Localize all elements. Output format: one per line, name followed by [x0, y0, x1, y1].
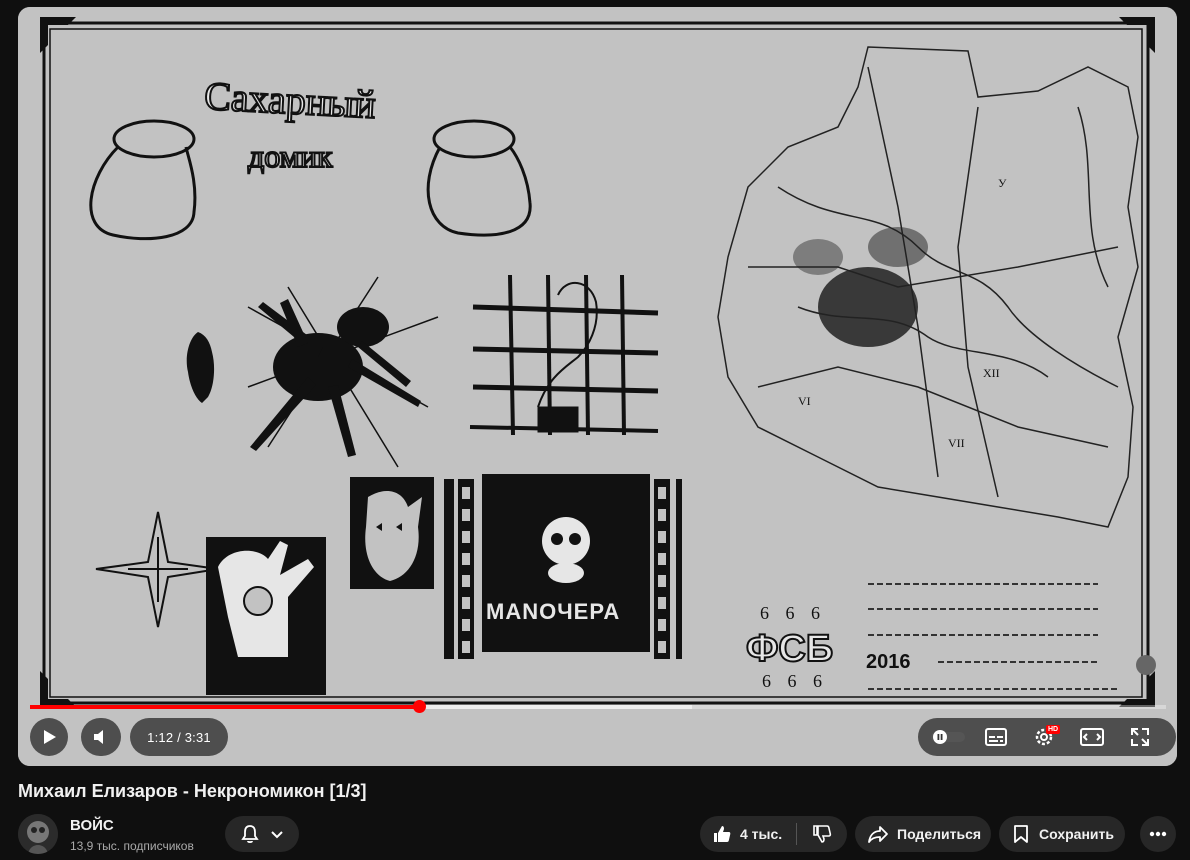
thumbs-down-icon: [813, 825, 832, 843]
bookmark-icon: [1014, 825, 1028, 843]
thumbs-up-icon: [714, 826, 731, 842]
volume-button[interactable]: [81, 718, 121, 756]
share-icon: [868, 826, 888, 843]
progress-played: [30, 705, 419, 709]
hd-badge: HD: [1046, 725, 1061, 734]
video-player[interactable]: Сахарный домик MANOЧEPA XII VII VI У 6 6…: [18, 7, 1177, 766]
frame-number-top: 6 6 6: [760, 603, 826, 623]
chevron-down-icon: [271, 831, 283, 839]
channel-watermark-logo: [1136, 655, 1156, 675]
video-title: Михаил Елизаров - Некрономикон [1/3]: [18, 781, 367, 801]
channel-avatar[interactable]: [18, 814, 58, 854]
play-icon: [44, 730, 56, 744]
like-button[interactable]: 4 тыс.: [712, 824, 796, 844]
subtitles-icon: [985, 728, 1007, 746]
frame-title-line1: Сахарный: [203, 73, 376, 127]
svg-text:XII: XII: [983, 366, 1000, 380]
autoplay-toggle-icon: [931, 730, 965, 744]
fullscreen-icon: [1131, 728, 1149, 746]
svg-text:VI: VI: [798, 394, 811, 408]
share-label: Поделиться: [897, 826, 982, 842]
channel-name[interactable]: ВОЙС: [70, 817, 114, 834]
frame-fsb-label: ФСБ: [746, 628, 833, 670]
like-count: 4 тыс.: [740, 826, 783, 842]
time-display-text: 1:12 / 3:31: [147, 729, 211, 745]
progress-bar[interactable]: [30, 700, 1166, 713]
right-controls: HD: [918, 718, 1176, 756]
bell-icon: [241, 825, 259, 844]
share-button[interactable]: Поделиться: [855, 816, 991, 852]
film-poster-label: MANOЧEPA: [486, 599, 620, 624]
more-actions-button[interactable]: [1140, 816, 1176, 852]
subscribe-notifications-button[interactable]: [225, 816, 299, 852]
miniplayer-icon: [1080, 728, 1104, 746]
frame-number-bottom: 6 6 6: [762, 671, 828, 691]
subtitles-button[interactable]: [972, 718, 1020, 756]
frame-year-label: 2016: [866, 651, 911, 673]
subscriber-count: 13,9 тыс. подписчиков: [70, 839, 194, 853]
fullscreen-button[interactable]: [1116, 718, 1164, 756]
like-dislike-group: 4 тыс.: [700, 816, 847, 852]
time-display: 1:12 / 3:31: [130, 718, 228, 756]
channel-avatar-image: [18, 814, 58, 854]
frame-title-line2: домик: [248, 138, 333, 174]
svg-text:VII: VII: [948, 436, 965, 450]
video-frame: Сахарный домик MANOЧEPA XII VII VI У 6 6…: [18, 7, 1177, 766]
save-button[interactable]: Сохранить: [999, 816, 1125, 852]
play-button[interactable]: [30, 718, 68, 756]
progress-scrubber-handle[interactable]: [412, 700, 426, 713]
volume-icon: [94, 730, 103, 744]
miniplayer-button[interactable]: [1068, 718, 1116, 756]
autoplay-toggle[interactable]: [924, 718, 972, 756]
svg-text:У: У: [998, 176, 1007, 190]
settings-button[interactable]: HD: [1020, 718, 1068, 756]
dislike-button[interactable]: [797, 824, 847, 844]
save-label: Сохранить: [1039, 826, 1114, 842]
more-dots-icon: [1149, 831, 1167, 837]
